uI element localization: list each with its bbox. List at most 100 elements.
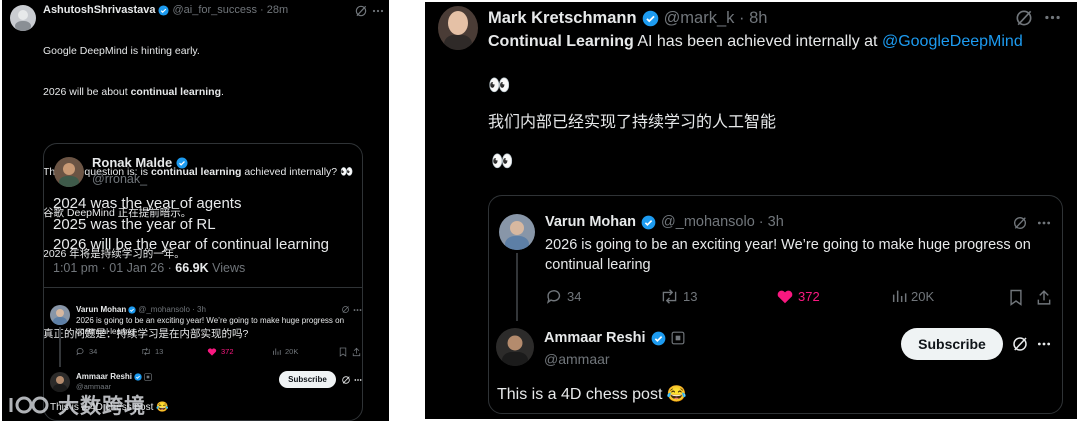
more-icon[interactable] bbox=[1037, 220, 1051, 226]
share-icon[interactable] bbox=[352, 347, 361, 357]
right-tweet-screenshot: Mark Kretschmann @mark_k · 8h Continual … bbox=[425, 2, 1077, 419]
reply-header: Ammaar Reshi bbox=[76, 372, 152, 381]
bookmark-icon[interactable] bbox=[339, 347, 347, 357]
author-handle[interactable]: @mark_k · 8h bbox=[664, 9, 768, 28]
body-line: Google DeepMind is hinting early. bbox=[43, 45, 200, 58]
eyes-emoji: 👀 bbox=[488, 75, 511, 95]
reply-author-avatar[interactable] bbox=[50, 305, 70, 325]
quoted-author-handle[interactable]: @rronak_ bbox=[92, 172, 147, 186]
reply-author-name[interactable]: Ammaar Reshi bbox=[76, 372, 132, 381]
reply-header: Ammaar Reshi bbox=[544, 330, 685, 346]
reply-body: 2026 is going to be an exciting year! We… bbox=[545, 237, 1035, 273]
reply-icon bbox=[76, 348, 84, 356]
reply-author-name[interactable]: Ammaar Reshi bbox=[544, 330, 646, 346]
eyes-emoji: 👀 bbox=[491, 151, 514, 171]
analytics-icon bbox=[892, 290, 907, 302]
analytics-icon bbox=[273, 348, 281, 355]
quoted-tweet-card[interactable]: Ronak Malde @rronak_ 2024 was the year o… bbox=[43, 143, 363, 421]
tweet-first-line: Continual Learning AI has been achieved … bbox=[488, 33, 1023, 50]
views-stat[interactable]: 20K bbox=[272, 347, 298, 356]
reply-author-avatar[interactable] bbox=[50, 372, 70, 392]
repost-count[interactable]: 13 bbox=[141, 347, 163, 356]
verified-badge-icon bbox=[642, 10, 658, 27]
verified-badge-icon bbox=[651, 331, 665, 345]
left-tweet-screenshot: AshutoshShrivastava @ai_for_success · 28… bbox=[2, 0, 389, 421]
chinese-text: 我们内部已经实现了持续学习的人工智能 bbox=[488, 114, 777, 131]
subscribe-button[interactable]: Subscribe bbox=[279, 371, 336, 388]
mention-link[interactable]: @GoogleDeepMind bbox=[882, 33, 1023, 50]
verified-badge-icon bbox=[128, 305, 136, 314]
author-header: AshutoshShrivastava @ai_for_success · 28… bbox=[43, 4, 289, 16]
quoted-line: 2024 was the year of agents bbox=[53, 195, 242, 212]
reply-count[interactable]: 34 bbox=[546, 288, 581, 305]
grok-icon[interactable] bbox=[341, 305, 350, 314]
author-header: Mark Kretschmann @mark_k · 8h bbox=[488, 9, 767, 28]
avatar-person-icon bbox=[444, 11, 472, 50]
subscribe-button[interactable]: Subscribe bbox=[901, 328, 1003, 360]
avatar-person-icon bbox=[505, 221, 529, 250]
verified-badge-icon bbox=[134, 372, 142, 381]
more-icon[interactable] bbox=[353, 308, 362, 312]
quoted-line: 2025 was the year of RL bbox=[53, 215, 216, 233]
like-count[interactable]: 372 bbox=[207, 347, 234, 356]
thread-connector bbox=[516, 253, 518, 321]
grok-icon[interactable] bbox=[1012, 215, 1028, 231]
reply-body: This is a 4D chess post 😂 bbox=[497, 386, 687, 403]
avatar-person-icon bbox=[502, 335, 528, 366]
body-line: 2026 will be about continual learning. bbox=[43, 86, 224, 99]
heart-icon bbox=[207, 348, 217, 356]
quoted-timestamp[interactable]: 1:01 pm · 01 Jan 26 · bbox=[53, 261, 175, 275]
watermark-logo-icon bbox=[9, 396, 49, 414]
reply-author-handle[interactable]: @_mohansolo · 3h bbox=[661, 214, 784, 230]
verified-badge-icon bbox=[641, 215, 656, 229]
more-icon[interactable] bbox=[372, 6, 384, 16]
author-handle[interactable]: @ai_for_success bbox=[172, 4, 257, 16]
share-icon[interactable] bbox=[1036, 289, 1052, 306]
avatar-person-icon bbox=[53, 376, 67, 392]
views-stat[interactable]: 20K bbox=[891, 288, 934, 304]
embedded-thread-card[interactable]: Varun Mohan @_mohansolo · 3h 2026 is goi… bbox=[488, 195, 1063, 414]
author-avatar[interactable] bbox=[10, 5, 36, 31]
author-name[interactable]: Mark Kretschmann bbox=[488, 9, 637, 28]
avatar-person-icon bbox=[59, 163, 79, 187]
highlight-text: Continual Learning bbox=[488, 33, 634, 50]
quoted-author-name[interactable]: Ronak Malde bbox=[92, 155, 172, 170]
tweet-time[interactable]: 28m bbox=[267, 4, 288, 16]
grok-icon[interactable] bbox=[1014, 8, 1034, 28]
repost-count[interactable]: 13 bbox=[660, 288, 697, 305]
author-name[interactable]: AshutoshShrivastava bbox=[43, 4, 155, 16]
views-count: 66.9K bbox=[175, 261, 209, 275]
quoted-author-avatar[interactable] bbox=[54, 157, 84, 187]
reply-author-handle[interactable]: @_mohansolo · 3h bbox=[138, 305, 206, 314]
repost-icon bbox=[142, 347, 150, 356]
verified-badge-icon bbox=[176, 157, 188, 168]
verified-badge-icon bbox=[158, 4, 170, 16]
heart-icon bbox=[777, 290, 793, 304]
avatar-person-icon bbox=[15, 10, 31, 31]
grok-icon[interactable] bbox=[354, 4, 368, 18]
views-label: Views bbox=[208, 261, 246, 275]
bookmark-icon[interactable] bbox=[1009, 289, 1023, 306]
divider bbox=[44, 287, 362, 288]
like-count[interactable]: 372 bbox=[776, 288, 820, 304]
reply-author-avatar[interactable] bbox=[496, 328, 534, 366]
reply-body: 2026 is going to be an exciting year! We… bbox=[76, 316, 347, 336]
quoted-tweet-body: 2024 was the year of agents 2025 was the… bbox=[53, 194, 329, 256]
grok-icon[interactable] bbox=[1011, 335, 1029, 353]
reply-author-avatar[interactable] bbox=[499, 214, 535, 250]
quoted-line: 2026 will be the year of continual learn… bbox=[53, 236, 330, 253]
reply-author-name[interactable]: Varun Mohan bbox=[76, 305, 126, 314]
more-icon[interactable] bbox=[354, 378, 362, 382]
author-avatar[interactable] bbox=[438, 6, 478, 50]
more-icon[interactable] bbox=[1044, 14, 1061, 21]
more-icon[interactable] bbox=[1037, 341, 1051, 347]
reply-count[interactable]: 34 bbox=[76, 347, 97, 356]
reply-header: Varun Mohan @_mohansolo · 3h bbox=[545, 214, 784, 230]
thread-connector bbox=[59, 327, 61, 367]
watermark: 大数跨境 bbox=[8, 390, 146, 420]
watermark-text: 大数跨境 bbox=[58, 395, 146, 418]
reply-author-name[interactable]: Varun Mohan bbox=[545, 214, 636, 230]
reply-author-handle[interactable]: @ammaar bbox=[544, 351, 610, 367]
reply-header: Varun Mohan @_mohansolo · 3h bbox=[76, 305, 206, 314]
grok-icon[interactable] bbox=[341, 375, 351, 385]
